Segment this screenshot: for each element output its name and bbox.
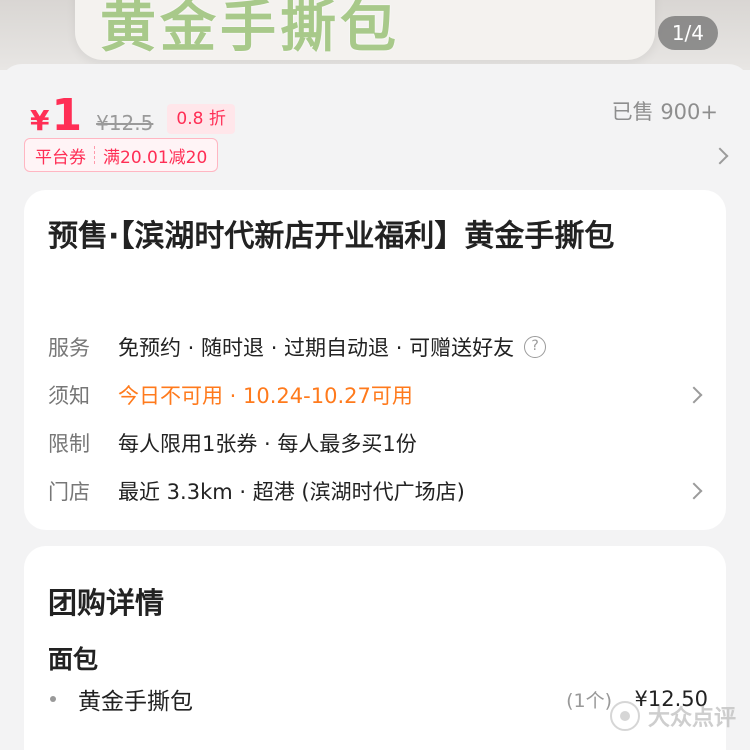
watermark: 大众点评 <box>609 700 736 732</box>
image-counter: 1/4 <box>657 16 718 50</box>
service-value: 免预约 · 随时退 · 过期自动退 · 可赠送好友 ? <box>118 332 547 362</box>
discount-badge: 0.8 折 <box>167 104 235 134</box>
notice-value: 今日不可用 · 10.24-10.27可用 <box>118 384 413 408</box>
limit-value: 每人限用1张券 · 每人最多买1份 <box>118 432 417 456</box>
notice-label: 须知 <box>48 384 90 408</box>
store-row[interactable]: 门店 最近 3.3km · 超港 (滨湖时代广场店) <box>48 476 698 506</box>
service-text: 免预约 · 随时退 · 过期自动退 · 可赠送好友 <box>118 336 515 360</box>
item-quantity: (1个) <box>566 689 612 712</box>
watermark-text: 大众点评 <box>647 706 736 731</box>
sold-count: 已售 900+ <box>611 100 718 124</box>
limit-row: 限制 每人限用1张券 · 每人最多买1份 <box>48 428 698 458</box>
coupon-rule: 满20.01减20 <box>103 147 208 168</box>
details-heading: 团购详情 <box>48 586 165 620</box>
product-image-banner[interactable]: 黄金手撕包 1/4 <box>0 0 750 70</box>
dianping-logo-icon <box>609 701 640 731</box>
bullet-icon <box>50 696 56 702</box>
service-label: 服务 <box>48 336 90 360</box>
limit-label: 限制 <box>48 432 90 456</box>
service-row: 服务 免预约 · 随时退 · 过期自动退 · 可赠送好友 ? <box>48 332 698 362</box>
coupon-badge[interactable]: 平台券 满20.01减20 <box>24 138 219 172</box>
notice-row[interactable]: 须知 今日不可用 · 10.24-10.27可用 <box>48 380 698 410</box>
item-name: 黄金手撕包 <box>78 689 193 715</box>
section-heading: 面包 <box>48 645 99 674</box>
deal-info-card: 预售·【滨湖时代新店开业福利】黄金手撕包 服务 免预约 · 随时退 · 过期自动… <box>24 190 726 530</box>
help-icon[interactable]: ? <box>524 336 547 358</box>
price-row: ¥ 1 ¥12.5 0.8 折 <box>30 88 235 138</box>
deal-title: 预售·【滨湖时代新店开业福利】黄金手撕包 <box>48 219 615 254</box>
store-label: 门店 <box>48 480 90 504</box>
coupon-type: 平台券 <box>35 147 86 168</box>
currency-symbol: ¥ <box>30 104 50 137</box>
coupon-divider <box>94 146 95 164</box>
original-price: ¥12.5 <box>96 111 154 135</box>
banner-title: 黄金手撕包 <box>100 0 400 60</box>
store-value: 最近 3.3km · 超港 (滨湖时代广场店) <box>118 480 465 504</box>
current-price: 1 <box>51 90 83 141</box>
